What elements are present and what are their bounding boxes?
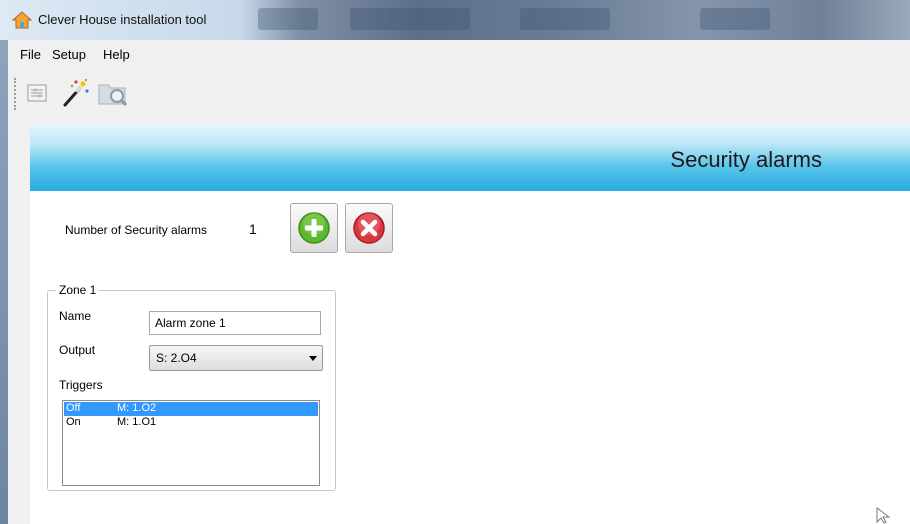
trigger-row[interactable]: Off M: 1.O2 — [64, 402, 318, 416]
zone-name-value: Alarm zone 1 — [155, 316, 226, 330]
background-blur — [350, 8, 470, 30]
settings-list-button[interactable] — [20, 76, 54, 110]
output-label: Output — [59, 343, 96, 357]
triggers-label: Triggers — [59, 378, 103, 392]
settings-list-icon — [27, 84, 47, 102]
remove-x-icon — [353, 212, 385, 244]
menu-file[interactable]: File — [20, 47, 41, 62]
alarm-count-value: 1 — [249, 221, 257, 237]
menu-help[interactable]: Help — [103, 47, 130, 62]
window-frame-left — [0, 40, 8, 524]
trigger-input: M: 1.O1 — [117, 416, 157, 428]
background-blur — [700, 8, 770, 30]
wizard-button[interactable] — [58, 76, 92, 110]
main-content: Number of Security alarms 1 Zone 1 Name … — [30, 191, 910, 524]
toolbar-grip[interactable] — [14, 78, 18, 110]
triggers-list[interactable]: Off M: 1.O2 On M: 1.O1 — [62, 400, 320, 486]
trigger-state: Off — [66, 402, 81, 414]
zone-name-label: Name — [59, 309, 92, 323]
background-blur — [520, 8, 610, 30]
folder-search-button[interactable] — [96, 76, 130, 110]
trigger-state: On — [66, 416, 81, 428]
background-blur — [258, 8, 318, 30]
output-selected-value: S: 2.O4 — [156, 351, 197, 365]
house-icon — [12, 11, 32, 29]
chevron-down-icon — [309, 356, 317, 361]
window-title: Clever House installation tool — [38, 12, 207, 27]
mouse-cursor-icon — [876, 507, 891, 524]
title-bar: Clever House installation tool — [0, 0, 910, 40]
magic-wand-icon — [63, 78, 89, 107]
page-banner: Security alarms — [30, 123, 910, 191]
plus-icon — [298, 212, 330, 244]
add-alarm-button[interactable] — [290, 203, 338, 253]
trigger-input: M: 1.O2 — [117, 402, 157, 414]
alarm-count-label: Number of Security alarms — [65, 223, 208, 237]
zone-legend: Zone 1 — [56, 283, 100, 297]
page-title: Security alarms — [670, 147, 822, 172]
menu-bar: File Setup Help — [8, 40, 910, 72]
folder-search-icon — [98, 84, 128, 107]
output-select[interactable]: S: 2.O4 — [149, 345, 323, 371]
menu-setup[interactable]: Setup — [52, 47, 86, 62]
zone-groupbox: Zone 1 Name Alarm zone 1 Output S: 2.O4 … — [47, 283, 336, 491]
toolbar — [8, 72, 910, 120]
remove-alarm-button[interactable] — [345, 203, 393, 253]
trigger-row[interactable]: On M: 1.O1 — [64, 416, 318, 430]
zone-name-field[interactable]: Alarm zone 1 — [149, 311, 321, 335]
